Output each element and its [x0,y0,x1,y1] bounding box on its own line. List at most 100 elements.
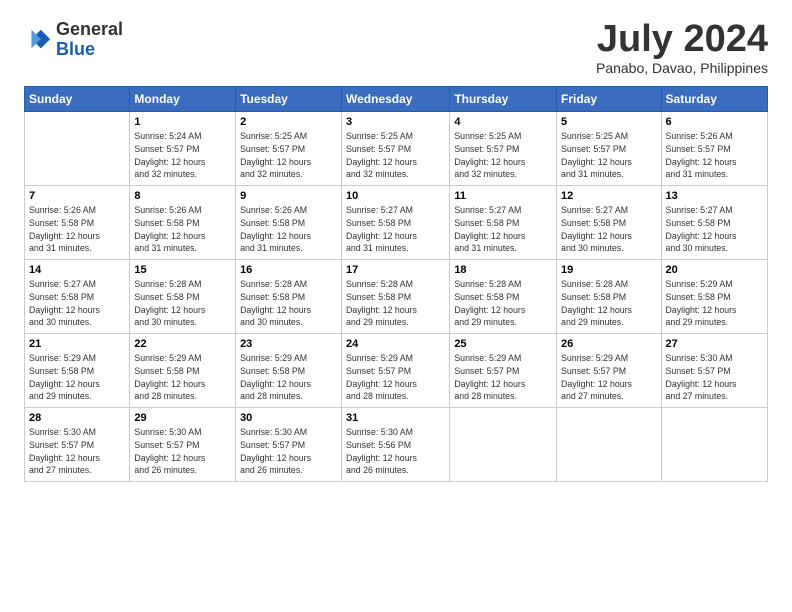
day-number: 2 [240,116,337,128]
calendar-week-row: 21 Sunrise: 5:29 AM Sunset: 5:58 PM Dayli… [25,334,768,408]
day-info: Sunrise: 5:27 AM Sunset: 5:58 PM Dayligh… [29,278,125,329]
day-number: 1 [134,116,231,128]
weekday-header-row: SundayMondayTuesdayWednesdayThursdayFrid… [25,87,768,112]
day-info: Sunrise: 5:30 AM Sunset: 5:57 PM Dayligh… [134,426,231,477]
day-info: Sunrise: 5:25 AM Sunset: 5:57 PM Dayligh… [454,130,552,181]
day-number: 13 [666,190,763,202]
calendar-cell [557,408,661,482]
calendar-week-row: 1 Sunrise: 5:24 AM Sunset: 5:57 PM Daylig… [25,112,768,186]
calendar-cell: 1 Sunrise: 5:24 AM Sunset: 5:57 PM Daylig… [130,112,236,186]
day-number: 22 [134,338,231,350]
weekday-header: Saturday [661,87,767,112]
calendar-cell: 15 Sunrise: 5:28 AM Sunset: 5:58 PM Dayli… [130,260,236,334]
calendar-cell: 21 Sunrise: 5:29 AM Sunset: 5:58 PM Dayli… [25,334,130,408]
day-info: Sunrise: 5:27 AM Sunset: 5:58 PM Dayligh… [346,204,445,255]
day-number: 4 [454,116,552,128]
day-number: 30 [240,412,337,424]
day-info: Sunrise: 5:30 AM Sunset: 5:57 PM Dayligh… [29,426,125,477]
weekday-header: Wednesday [342,87,450,112]
day-info: Sunrise: 5:29 AM Sunset: 5:57 PM Dayligh… [561,352,656,403]
day-info: Sunrise: 5:26 AM Sunset: 5:57 PM Dayligh… [666,130,763,181]
calendar-cell: 11 Sunrise: 5:27 AM Sunset: 5:58 PM Dayli… [450,186,557,260]
calendar-cell: 18 Sunrise: 5:28 AM Sunset: 5:58 PM Dayli… [450,260,557,334]
calendar-cell [661,408,767,482]
day-number: 17 [346,264,445,276]
day-info: Sunrise: 5:29 AM Sunset: 5:57 PM Dayligh… [346,352,445,403]
weekday-header: Friday [557,87,661,112]
day-number: 6 [666,116,763,128]
day-number: 16 [240,264,337,276]
day-info: Sunrise: 5:26 AM Sunset: 5:58 PM Dayligh… [134,204,231,255]
logo-icon [24,26,52,54]
calendar-cell: 10 Sunrise: 5:27 AM Sunset: 5:58 PM Dayli… [342,186,450,260]
calendar-cell: 24Sunrise: 5:29 AM Sunset: 5:57 PM Dayli… [342,334,450,408]
day-number: 11 [454,190,552,202]
calendar-week-row: 28Sunrise: 5:30 AM Sunset: 5:57 PM Dayli… [25,408,768,482]
day-number: 27 [666,338,763,350]
day-number: 5 [561,116,656,128]
header: General Blue July 2024 Panabo, Davao, Ph… [24,20,768,76]
day-number: 3 [346,116,445,128]
calendar-cell: 13 Sunrise: 5:27 AM Sunset: 5:58 PM Dayli… [661,186,767,260]
day-number: 29 [134,412,231,424]
calendar-cell: 7 Sunrise: 5:26 AM Sunset: 5:58 PM Daylig… [25,186,130,260]
day-number: 8 [134,190,231,202]
day-info: Sunrise: 5:29 AM Sunset: 5:58 PM Dayligh… [134,352,231,403]
calendar-cell: 27Sunrise: 5:30 AM Sunset: 5:57 PM Dayli… [661,334,767,408]
day-info: Sunrise: 5:29 AM Sunset: 5:57 PM Dayligh… [454,352,552,403]
day-number: 12 [561,190,656,202]
day-info: Sunrise: 5:27 AM Sunset: 5:58 PM Dayligh… [454,204,552,255]
day-number: 26 [561,338,656,350]
calendar-cell: 8 Sunrise: 5:26 AM Sunset: 5:58 PM Daylig… [130,186,236,260]
day-info: Sunrise: 5:27 AM Sunset: 5:58 PM Dayligh… [561,204,656,255]
day-info: Sunrise: 5:28 AM Sunset: 5:58 PM Dayligh… [454,278,552,329]
calendar-page: General Blue July 2024 Panabo, Davao, Ph… [0,0,792,612]
calendar-cell: 28Sunrise: 5:30 AM Sunset: 5:57 PM Dayli… [25,408,130,482]
day-info: Sunrise: 5:29 AM Sunset: 5:58 PM Dayligh… [666,278,763,329]
calendar-cell: 9Sunrise: 5:26 AM Sunset: 5:58 PM Daylig… [236,186,342,260]
calendar-cell: 23 Sunrise: 5:29 AM Sunset: 5:58 PM Dayli… [236,334,342,408]
calendar-cell: 30Sunrise: 5:30 AM Sunset: 5:57 PM Dayli… [236,408,342,482]
calendar-cell: 17 Sunrise: 5:28 AM Sunset: 5:58 PM Dayli… [342,260,450,334]
calendar-cell: 6 Sunrise: 5:26 AM Sunset: 5:57 PM Daylig… [661,112,767,186]
day-info: Sunrise: 5:25 AM Sunset: 5:57 PM Dayligh… [561,130,656,181]
weekday-header: Monday [130,87,236,112]
logo-text: General Blue [56,20,123,60]
day-info: Sunrise: 5:24 AM Sunset: 5:57 PM Dayligh… [134,130,231,181]
day-info: Sunrise: 5:28 AM Sunset: 5:58 PM Dayligh… [561,278,656,329]
day-info: Sunrise: 5:25 AM Sunset: 5:57 PM Dayligh… [346,130,445,181]
day-number: 21 [29,338,125,350]
day-info: Sunrise: 5:28 AM Sunset: 5:58 PM Dayligh… [346,278,445,329]
calendar-cell: 22 Sunrise: 5:29 AM Sunset: 5:58 PM Dayli… [130,334,236,408]
calendar-week-row: 14Sunrise: 5:27 AM Sunset: 5:58 PM Dayli… [25,260,768,334]
calendar-cell: 29 Sunrise: 5:30 AM Sunset: 5:57 PM Dayli… [130,408,236,482]
day-info: Sunrise: 5:30 AM Sunset: 5:56 PM Dayligh… [346,426,445,477]
day-info: Sunrise: 5:28 AM Sunset: 5:58 PM Dayligh… [134,278,231,329]
day-info: Sunrise: 5:26 AM Sunset: 5:58 PM Dayligh… [29,204,125,255]
day-number: 18 [454,264,552,276]
day-info: Sunrise: 5:29 AM Sunset: 5:58 PM Dayligh… [29,352,125,403]
weekday-header: Tuesday [236,87,342,112]
calendar-week-row: 7 Sunrise: 5:26 AM Sunset: 5:58 PM Daylig… [25,186,768,260]
day-number: 10 [346,190,445,202]
day-number: 23 [240,338,337,350]
calendar-cell: 3 Sunrise: 5:25 AM Sunset: 5:57 PM Daylig… [342,112,450,186]
calendar-cell: 14Sunrise: 5:27 AM Sunset: 5:58 PM Dayli… [25,260,130,334]
weekday-header: Thursday [450,87,557,112]
location-subtitle: Panabo, Davao, Philippines [596,60,768,76]
calendar-cell [450,408,557,482]
weekday-header: Sunday [25,87,130,112]
day-number: 9 [240,190,337,202]
day-number: 15 [134,264,231,276]
calendar-cell: 25Sunrise: 5:29 AM Sunset: 5:57 PM Dayli… [450,334,557,408]
day-number: 31 [346,412,445,424]
day-info: Sunrise: 5:29 AM Sunset: 5:58 PM Dayligh… [240,352,337,403]
day-number: 7 [29,190,125,202]
calendar-table: SundayMondayTuesdayWednesdayThursdayFrid… [24,86,768,482]
day-info: Sunrise: 5:25 AM Sunset: 5:57 PM Dayligh… [240,130,337,181]
calendar-cell: 26 Sunrise: 5:29 AM Sunset: 5:57 PM Dayli… [557,334,661,408]
day-info: Sunrise: 5:27 AM Sunset: 5:58 PM Dayligh… [666,204,763,255]
calendar-cell: 20Sunrise: 5:29 AM Sunset: 5:58 PM Dayli… [661,260,767,334]
calendar-cell: 5 Sunrise: 5:25 AM Sunset: 5:57 PM Daylig… [557,112,661,186]
calendar-cell: 19Sunrise: 5:28 AM Sunset: 5:58 PM Dayli… [557,260,661,334]
